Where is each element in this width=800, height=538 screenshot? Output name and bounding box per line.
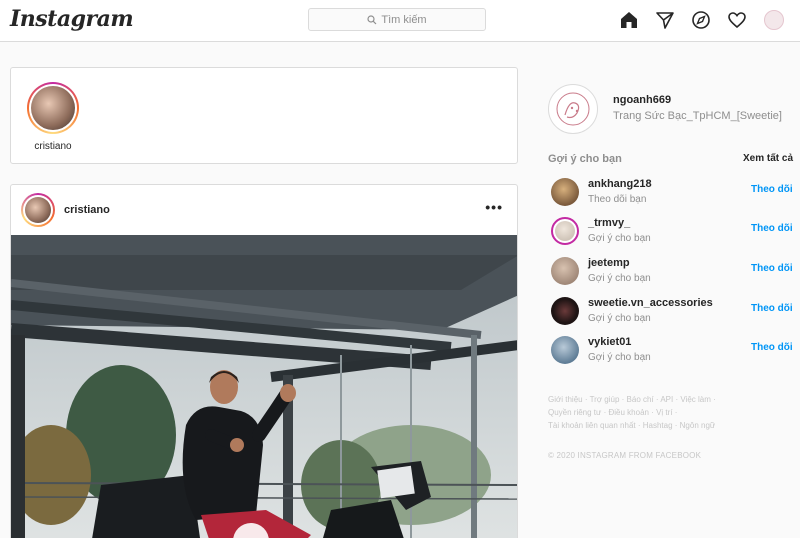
footer-link-jobs[interactable]: Việc làm [680, 395, 711, 404]
suggestion-subtitle: Gợi ý cho bạn [588, 273, 651, 284]
explore-icon[interactable] [690, 9, 712, 31]
suggestion-avatar[interactable] [551, 217, 579, 245]
story-username: cristiano [34, 141, 72, 152]
current-user-avatar[interactable] [548, 84, 598, 134]
footer-link-privacy[interactable]: Quyền riêng tư [548, 408, 601, 417]
suggestion-item: sweetie.vn_accessories Gợi ý cho bạn The… [551, 295, 796, 327]
suggestions-title: Gợi ý cho bạn [548, 153, 622, 165]
follow-button[interactable]: Theo dõi [751, 303, 793, 314]
suggestion-subtitle: Gợi ý cho bạn [588, 352, 651, 363]
copyright-text: © 2020 INSTAGRAM FROM FACEBOOK [548, 451, 702, 460]
story-ring [27, 82, 79, 134]
story-item[interactable]: cristiano [27, 82, 79, 152]
suggestion-username[interactable]: _trmvy_ [588, 217, 630, 229]
suggestion-avatar[interactable] [551, 178, 579, 206]
footer-link-press[interactable]: Báo chí [627, 395, 654, 404]
sweetie-logo-icon [556, 92, 590, 126]
top-nav-bar: Instagram Tìm kiếm [0, 0, 800, 42]
footer-link-terms[interactable]: Điều khoản [609, 408, 649, 417]
suggestion-item: jeetemp Gợi ý cho bạn Theo dõi [551, 255, 796, 287]
footer-link-top-accounts[interactable]: Tài khoản liên quan nhất [548, 421, 636, 430]
current-username[interactable]: ngoanh669 [613, 94, 671, 106]
post-header: cristiano ••• [11, 185, 517, 235]
suggestion-item: _trmvy_ Gợi ý cho bạn Theo dõi [551, 215, 796, 247]
suggestion-username[interactable]: jeetemp [588, 257, 630, 269]
footer-link-locations[interactable]: Vị trí [656, 408, 672, 417]
footer-link-language[interactable]: Ngôn ngữ [680, 421, 716, 430]
suggestion-subtitle: Theo dõi bạn [588, 194, 647, 205]
suggestion-avatar[interactable] [551, 257, 579, 285]
footer-link-about[interactable]: Giới thiệu [548, 395, 583, 404]
profile-avatar[interactable] [764, 10, 784, 30]
current-full-name: Trang Sức Bạc_TpHCM_[Sweetie] [613, 110, 782, 122]
stories-tray: cristiano [10, 67, 518, 164]
footer-link-api[interactable]: API [660, 395, 673, 404]
post-photo-illustration [11, 235, 517, 538]
search-icon [367, 14, 377, 24]
suggestion-username[interactable]: sweetie.vn_accessories [588, 297, 713, 309]
footer-link-help[interactable]: Trợ giúp [590, 395, 620, 404]
follow-button[interactable]: Theo dõi [751, 184, 793, 195]
post-image[interactable] [11, 235, 517, 538]
see-all-link[interactable]: Xem tất cả [743, 153, 793, 164]
current-user-card: ngoanh669 Trang Sức Bạc_TpHCM_[Sweetie] [548, 84, 793, 134]
search-input[interactable]: Tìm kiếm [308, 8, 486, 31]
suggestion-username[interactable]: ankhang218 [588, 178, 652, 190]
suggestion-subtitle: Gợi ý cho bạn [588, 233, 651, 244]
suggestion-avatar[interactable] [551, 297, 579, 325]
follow-button[interactable]: Theo dõi [751, 263, 793, 274]
suggestion-item: ankhang218 Theo dõi bạn Theo dõi [551, 176, 796, 208]
follow-button[interactable]: Theo dõi [751, 223, 793, 234]
post-username[interactable]: cristiano [64, 204, 110, 216]
follow-button[interactable]: Theo dõi [751, 342, 793, 353]
suggestion-username[interactable]: vykiet01 [588, 336, 631, 348]
story-avatar [31, 86, 75, 130]
suggestion-avatar[interactable] [551, 336, 579, 364]
feed-post: cristiano ••• [10, 184, 518, 538]
more-options-icon[interactable]: ••• [485, 199, 503, 215]
footer-link-hashtags[interactable]: Hashtag [643, 421, 673, 430]
direct-icon[interactable] [654, 9, 676, 31]
suggestion-item: vykiet01 Gợi ý cho bạn Theo dõi [551, 334, 796, 366]
search-placeholder: Tìm kiếm [381, 13, 427, 26]
home-icon[interactable] [618, 9, 640, 31]
heart-icon[interactable] [726, 9, 748, 31]
suggestion-subtitle: Gợi ý cho bạn [588, 313, 651, 324]
footer-links: Giới thiệu · Trợ giúp · Báo chí · API · … [548, 395, 716, 430]
instagram-logo[interactable]: Instagram [10, 6, 134, 32]
post-avatar[interactable] [21, 193, 55, 227]
